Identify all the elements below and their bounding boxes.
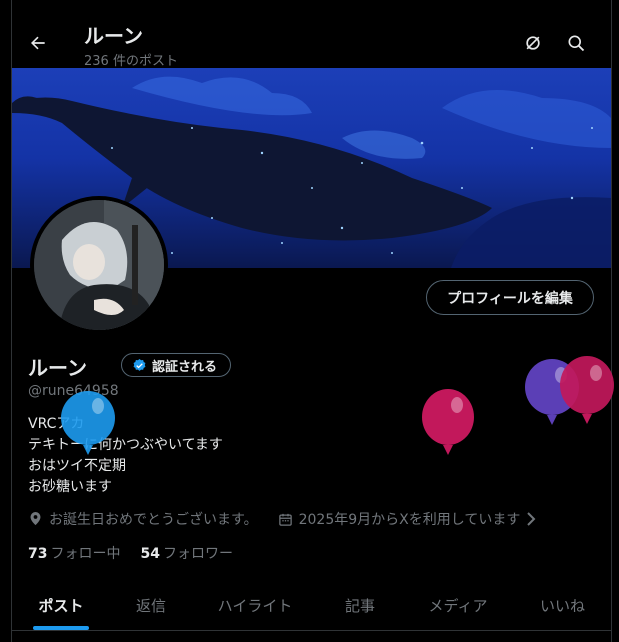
balloon-pink-icon [560, 356, 614, 424]
avatar-image [34, 200, 164, 330]
balloon-magenta-icon [422, 389, 474, 455]
profile-name: ルーン [28, 356, 87, 380]
top-header: ルーン 236 件のポスト [12, 0, 611, 69]
profile-meta: お誕生日おめでとうございます。 2025年9月からXを利用しています [28, 509, 556, 529]
tab-replies[interactable]: 返信 [110, 580, 192, 630]
birthday-item: お誕生日おめでとうございます。 [28, 509, 258, 529]
search-icon [568, 35, 585, 52]
profile-tabs: ポスト 返信 ハイライト 記事 メディア いいね [12, 580, 611, 631]
post-count: 236 件のポスト [84, 54, 178, 69]
verify-label: 認証される [152, 359, 218, 375]
back-button[interactable] [21, 26, 55, 60]
joined-item[interactable]: 2025年9月からXを利用しています [278, 509, 537, 529]
balloon-location-icon [30, 511, 41, 525]
edit-profile-button[interactable]: プロフィールを編集 [426, 280, 594, 315]
joined-text: 2025年9月からXを利用しています [298, 512, 521, 528]
chevron-right-icon [527, 512, 536, 526]
tab-likes[interactable]: いいね [514, 580, 611, 630]
grok-icon [526, 36, 540, 50]
followers-link[interactable]: 54 フォロワー [140, 543, 232, 563]
birthday-text: お誕生日おめでとうございます。 [49, 512, 258, 528]
search-button[interactable] [559, 26, 593, 60]
active-tab-indicator [33, 626, 89, 630]
balloon-blue-icon [61, 391, 115, 455]
bio-line: おはツイ不定期 [28, 458, 126, 474]
calendar-icon [278, 513, 292, 526]
bio-line: お砂糖います [28, 479, 112, 495]
get-verified-button[interactable]: 認証される [121, 353, 232, 377]
profile-avatar[interactable] [30, 196, 168, 334]
following-link[interactable]: 73 フォロー中 [28, 543, 120, 563]
verified-badge-icon [133, 358, 146, 371]
back-arrow-icon [31, 36, 45, 50]
tab-highlights[interactable]: ハイライト [192, 580, 318, 630]
followers-count: 54 [140, 546, 160, 562]
tab-articles[interactable]: 記事 [318, 580, 402, 630]
follow-stats: 73 フォロー中 54 フォロワー [28, 543, 233, 563]
profile-column: ルーン 236 件のポスト プロフィールを編集 ルーン 認証される @rune6… [11, 0, 612, 642]
page-title: ルーン [84, 24, 143, 48]
following-count: 73 [28, 546, 48, 562]
tab-media[interactable]: メディア [402, 580, 514, 630]
tab-posts[interactable]: ポスト [12, 580, 110, 630]
grok-button[interactable] [516, 26, 550, 60]
